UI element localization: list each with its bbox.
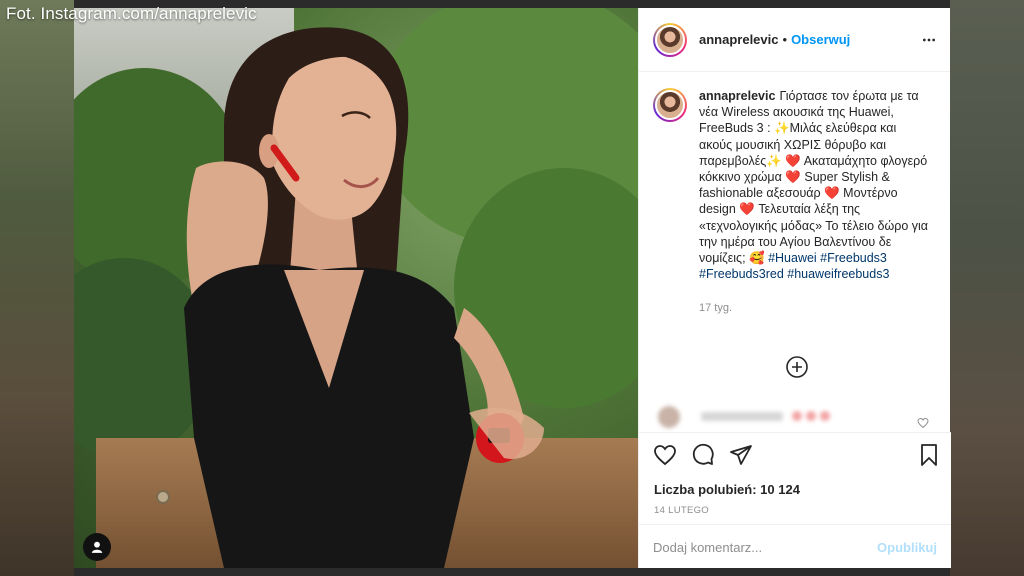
post-details-panel: annaprelevic • Obserwuj annaprelevic Γιόρ… bbox=[638, 8, 951, 568]
photo-credit: Fot. Instagram.com/annaprelevic bbox=[6, 4, 257, 23]
bookmark-icon[interactable] bbox=[917, 443, 941, 467]
caption-text: Γιόρτασε τον έρωτα με τα νέα Wireless ακ… bbox=[699, 89, 929, 266]
action-bar bbox=[639, 433, 951, 473]
caption-age: 17 tyg. bbox=[699, 302, 733, 315]
post-date: 14 LUTEGO bbox=[654, 505, 709, 516]
caption-username[interactable]: annaprelevic bbox=[699, 89, 775, 103]
comment-icon[interactable] bbox=[691, 443, 715, 467]
comment-like-heart-icon[interactable] bbox=[917, 417, 929, 429]
screen: Fot. Instagram.com/annaprelevic annaprel… bbox=[0, 0, 1024, 576]
post-header: annaprelevic • Obserwuj bbox=[639, 8, 950, 72]
more-horizontal-icon[interactable] bbox=[920, 32, 938, 48]
avatar-image bbox=[655, 90, 685, 120]
post-photo[interactable] bbox=[74, 8, 638, 568]
comment-input[interactable] bbox=[653, 539, 878, 555]
follow-button[interactable]: Obserwuj bbox=[791, 32, 850, 47]
post-actions: Liczba polubień: 10 124 14 LUTEGO Opubli… bbox=[639, 432, 951, 568]
caption-body: annaprelevic Γιόρτασε τον έρωτα με τα νέα… bbox=[699, 88, 931, 317]
woman-with-earbuds-illustration bbox=[184, 27, 544, 568]
avatar[interactable] bbox=[653, 22, 687, 57]
user-tag-button[interactable] bbox=[83, 533, 111, 561]
blurred-backdrop-right bbox=[950, 0, 1024, 576]
likes-count[interactable]: Liczba polubień: 10 124 bbox=[654, 482, 800, 497]
caption-comment: annaprelevic Γιόρτασε τον έρωτα με τα νέα… bbox=[639, 72, 950, 317]
heart-icon[interactable] bbox=[653, 443, 677, 467]
header-separator: • bbox=[782, 32, 788, 47]
add-comment-row: Opublikuj bbox=[639, 524, 951, 569]
user-tag-icon bbox=[91, 541, 103, 553]
publish-button[interactable]: Opublikuj bbox=[877, 540, 937, 555]
blurred-comment-preview bbox=[658, 406, 830, 428]
caption-avatar[interactable] bbox=[653, 88, 687, 122]
blurred-backdrop-left bbox=[0, 0, 74, 576]
avatar-image bbox=[655, 24, 685, 55]
plus-circle-icon[interactable] bbox=[785, 355, 809, 379]
share-icon[interactable] bbox=[729, 443, 753, 467]
header-username[interactable]: annaprelevic bbox=[699, 32, 779, 47]
